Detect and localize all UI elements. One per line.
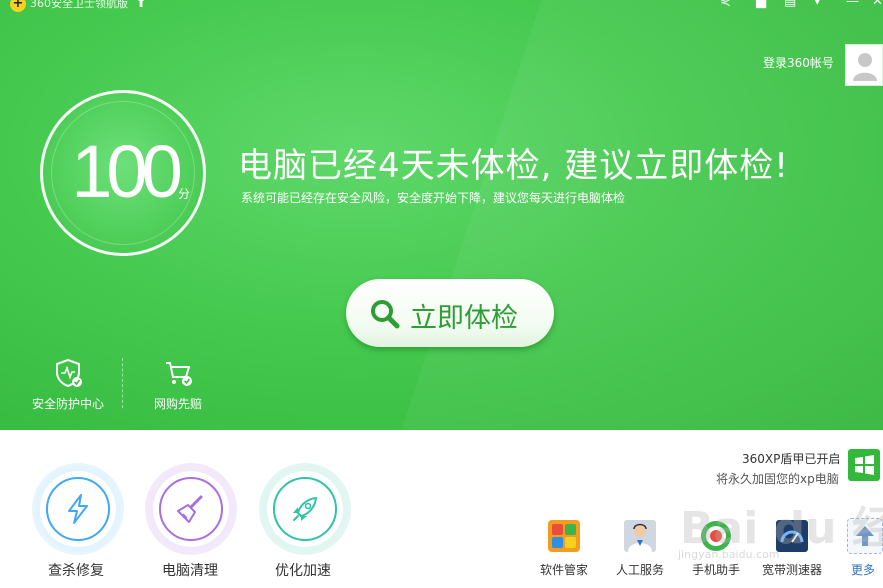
lightning-icon <box>68 494 88 524</box>
search-icon <box>371 300 400 329</box>
speedtest-label[interactable]: 宽带测速器 <box>762 561 822 578</box>
minimize-icon[interactable]: — <box>846 0 859 9</box>
main-status-panel: + 360安全卫士领航版 ⬆ ⋞ ▆ ▤ ▾ — ✕ 登录360帐号 100 分… <box>0 0 883 430</box>
user-silhouette-icon <box>853 53 877 81</box>
windows-icon[interactable] <box>848 449 880 481</box>
shield-check-icon <box>56 358 82 388</box>
gift-icon[interactable]: ▆ <box>756 0 766 9</box>
tool-speedup[interactable] <box>259 463 351 555</box>
support-agent-icon[interactable] <box>622 518 658 554</box>
xp-shield-subtitle: 将永久加固您的xp电脑 <box>716 472 839 486</box>
feature-security-center[interactable]: 安全防护中心 <box>28 358 108 412</box>
feature-shopping-compensation[interactable]: 网购先赔 <box>140 358 216 412</box>
start-checkup-button[interactable]: 立即体检 <box>346 279 554 347</box>
phone-assistant-label[interactable]: 手机助手 <box>692 561 740 578</box>
app-title: 360安全卫士领航版 <box>30 0 128 10</box>
status-headline: 电脑已经4天未体检, 建议立即体检! <box>238 146 789 186</box>
score-ring: 100 <box>40 90 206 256</box>
watermark-url: jingyan.baidu.com <box>678 548 780 561</box>
app-logo-icon: + <box>10 0 26 12</box>
login-link[interactable]: 登录360帐号 <box>763 54 834 71</box>
status-subline: 系统可能已经存在安全风险，安全度开始下降，建议您每天进行电脑体检 <box>241 191 626 205</box>
feature-divider <box>122 358 123 408</box>
more-link[interactable]: 更多 <box>851 561 875 578</box>
title-bar: + 360安全卫士领航版 ⬆ ⋞ ▆ ▤ ▾ — ✕ <box>0 0 883 14</box>
menu-icon[interactable]: ▤ <box>784 0 796 9</box>
start-checkup-label: 立即体检 <box>410 303 518 334</box>
broom-icon <box>177 495 203 523</box>
tool-scan-repair[interactable] <box>32 463 124 555</box>
watermark: Bai du 经验 <box>680 503 883 554</box>
tool-speedup-label[interactable]: 优化加速 <box>275 560 331 580</box>
upgrade-arrow-icon[interactable]: ⬆ <box>136 0 146 10</box>
rocket-icon <box>293 497 317 521</box>
feature-shopping-compensation-label: 网购先赔 <box>153 397 202 411</box>
windows-flag-shape <box>855 455 874 475</box>
software-manager-tiles <box>548 520 580 552</box>
xp-shield-title: 360XP盾甲已开启 <box>742 452 841 466</box>
score-unit: 分 <box>178 187 191 201</box>
support-agent-label[interactable]: 人工服务 <box>616 561 664 578</box>
tool-cleanup-label[interactable]: 电脑清理 <box>162 560 218 580</box>
support-agent-figure <box>624 520 656 552</box>
tool-scan-repair-label[interactable]: 查杀修复 <box>48 560 104 580</box>
avatar[interactable] <box>845 44 883 86</box>
close-icon[interactable]: ✕ <box>872 0 883 9</box>
share-icon[interactable]: ⋞ <box>720 0 731 9</box>
tool-cleanup[interactable] <box>145 463 237 555</box>
feature-security-center-label: 安全防护中心 <box>31 397 104 411</box>
software-manager-label[interactable]: 软件管家 <box>540 561 588 578</box>
software-manager-icon[interactable] <box>546 518 582 554</box>
shopping-cart-icon <box>166 362 192 386</box>
minimize-dropdown-icon[interactable]: ▾ <box>814 0 821 9</box>
